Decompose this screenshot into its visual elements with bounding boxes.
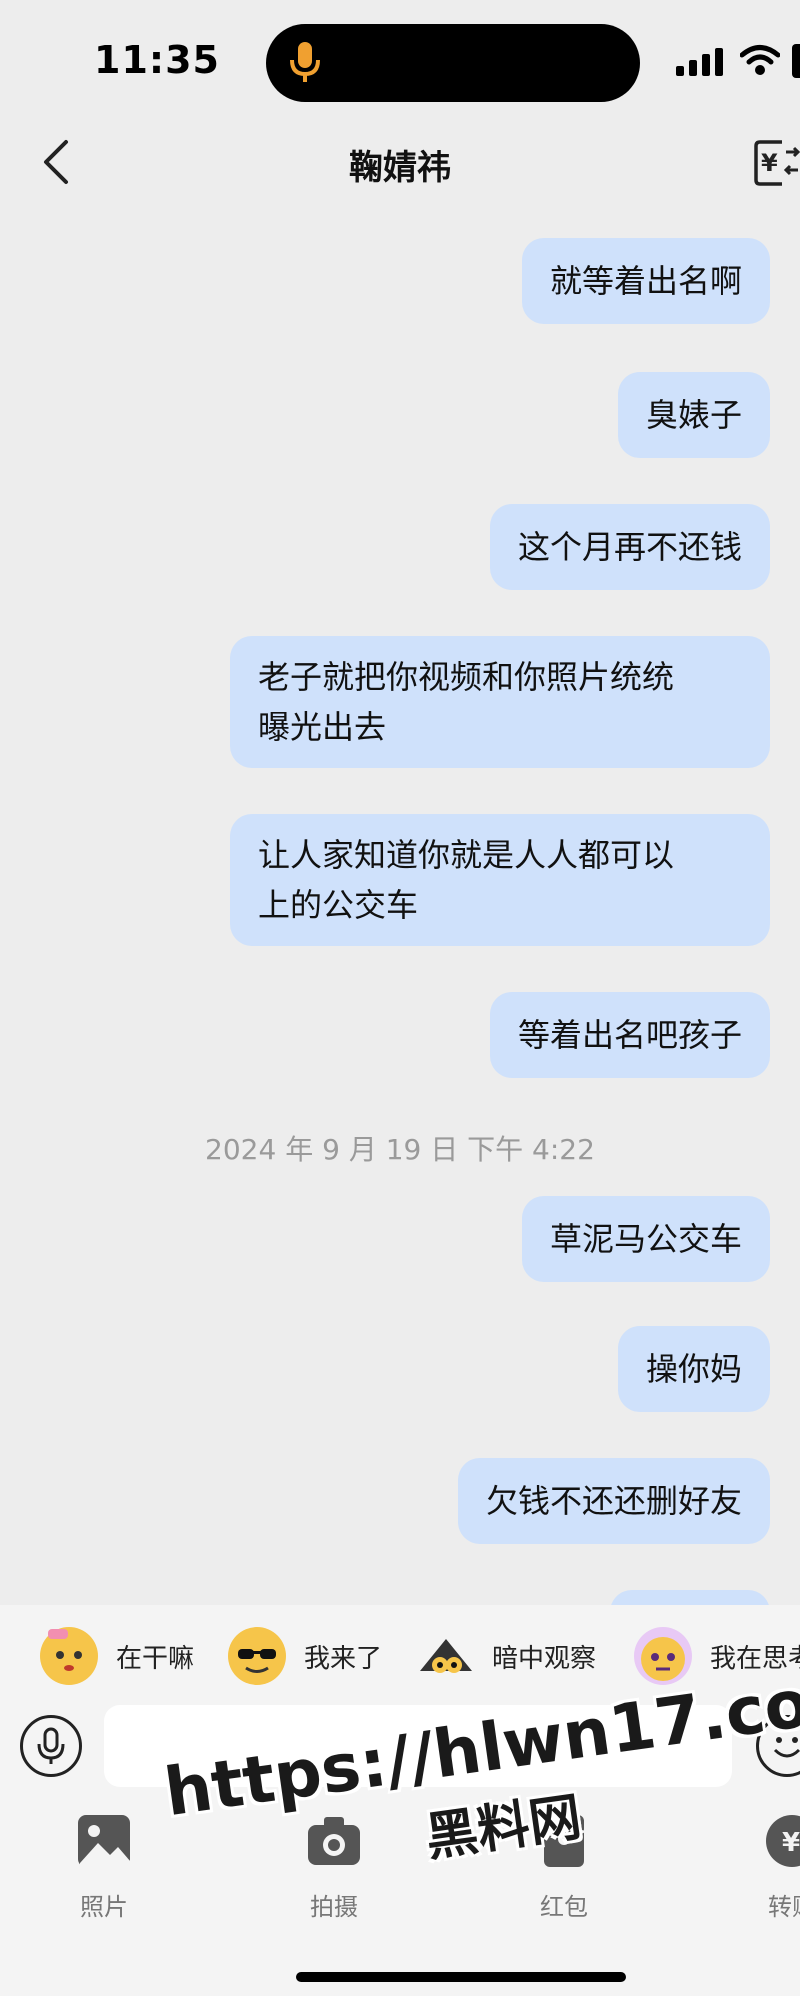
tool-label: 红包 bbox=[540, 1893, 588, 1921]
microphone-active-icon bbox=[290, 42, 320, 82]
message-bubble[interactable]: 欠钱不还还删好友 bbox=[457, 1458, 770, 1544]
message-list[interactable]: 就等着出名啊 臭婊子 这个月再不还钱 老子就把你视频和你照片统统 曝光出去 让人… bbox=[0, 210, 800, 1605]
sticker-wondering-icon bbox=[40, 1627, 98, 1685]
status-time: 11:35 bbox=[94, 38, 220, 82]
chat-title: 鞠婧祎 bbox=[349, 148, 451, 188]
message-text-line: 老子就把你视频和你照片统统 bbox=[258, 658, 675, 696]
quick-reply-label: 在干嘛 bbox=[116, 1643, 195, 1674]
message-bubble[interactable]: 老子就把你视频和你照片统统 曝光出去 bbox=[230, 636, 770, 768]
message-bubble[interactable]: 臭婊子 bbox=[617, 372, 770, 458]
message-bubble[interactable]: 等着出名吧孩子 bbox=[489, 992, 770, 1078]
message-timestamp: 2024 年 9 月 19 日 下午 4:22 bbox=[205, 1133, 595, 1166]
quick-reply-label: 暗中观察 bbox=[492, 1643, 597, 1674]
svg-text:¥: ¥ bbox=[782, 1828, 800, 1858]
battery-icon bbox=[792, 44, 800, 78]
svg-text:¥: ¥ bbox=[761, 149, 778, 177]
message-bubble[interactable]: 操你妈 bbox=[617, 1326, 770, 1412]
home-indicator[interactable] bbox=[296, 1972, 626, 1982]
message-bubble-partial[interactable] bbox=[610, 1590, 770, 1605]
cellular-signal-icon bbox=[676, 48, 723, 76]
message-text-line: 让人家知道你就是人人都可以 bbox=[258, 836, 675, 874]
sticker-peeking-icon bbox=[416, 1627, 474, 1685]
quick-reply-item[interactable]: 我来了 bbox=[228, 1625, 382, 1687]
message-text: 臭婊子 bbox=[645, 396, 742, 434]
message-text-line: 上的公交车 bbox=[258, 886, 419, 924]
microphone-icon bbox=[37, 1727, 65, 1764]
message-text: 欠钱不还还删好友 bbox=[485, 1482, 742, 1520]
message-text: 就等着出名啊 bbox=[549, 262, 742, 300]
message-text: 操你妈 bbox=[645, 1350, 742, 1388]
tool-photo-button[interactable]: 照片 bbox=[54, 1813, 154, 1922]
quick-reply-label: 我来了 bbox=[304, 1643, 383, 1674]
sticker-sunglasses-icon bbox=[228, 1627, 286, 1685]
sticker-thinking-icon bbox=[634, 1627, 692, 1685]
tool-transfer-button[interactable]: ¥ 转账 bbox=[742, 1813, 800, 1922]
message-bubble[interactable]: 就等着出名啊 bbox=[521, 238, 770, 324]
message-bubble[interactable]: 这个月再不还钱 bbox=[489, 504, 770, 590]
message-bubble[interactable]: 草泥马公交车 bbox=[521, 1196, 770, 1282]
voice-input-button[interactable] bbox=[20, 1715, 82, 1777]
message-text: 这个月再不还钱 bbox=[517, 528, 742, 566]
dynamic-island bbox=[266, 24, 640, 102]
message-text: 等着出名吧孩子 bbox=[517, 1016, 742, 1054]
wifi-icon bbox=[740, 45, 780, 75]
quick-reply-item[interactable]: 在干嘛 bbox=[40, 1625, 194, 1687]
photo-icon bbox=[78, 1815, 130, 1867]
message-bubble[interactable]: 让人家知道你就是人人都可以 上的公交车 bbox=[230, 814, 770, 946]
currency-exchange-icon[interactable]: ¥ bbox=[752, 138, 800, 188]
status-bar: 11:35 bbox=[0, 0, 800, 120]
message-text: 草泥马公交车 bbox=[549, 1220, 742, 1258]
tool-label: 转账 bbox=[768, 1893, 800, 1921]
chat-header: 鞠婧祎 ¥ bbox=[0, 120, 800, 210]
quick-reply-item[interactable]: 暗中观察 bbox=[416, 1625, 596, 1687]
tool-label: 照片 bbox=[80, 1893, 128, 1921]
tool-label: 拍摄 bbox=[310, 1893, 358, 1921]
message-text-line: 曝光出去 bbox=[258, 708, 387, 746]
